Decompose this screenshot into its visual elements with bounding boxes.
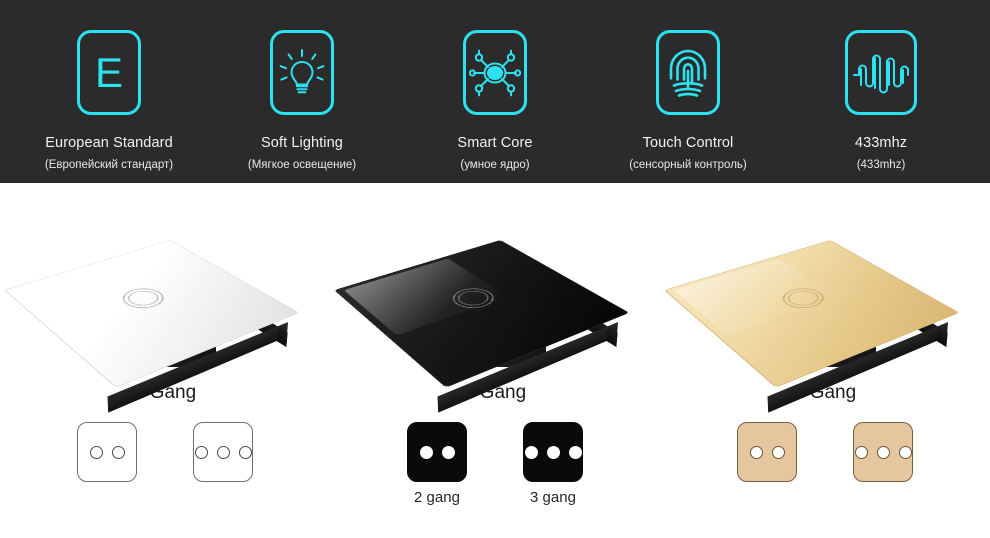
product-column-black: 1 Gang 2 gang 3 gang xyxy=(330,183,660,538)
gang-dot xyxy=(855,446,868,459)
variant-tile-2-gang[interactable] xyxy=(77,422,137,482)
gang-dot xyxy=(217,446,230,459)
feature-item-touch-control: Touch Control (сенсорный контроль) xyxy=(593,0,783,171)
switch-product-photo-white xyxy=(15,201,315,376)
switch-faceplate-black xyxy=(334,240,630,388)
gang-dot xyxy=(90,446,103,459)
gang-dot xyxy=(442,446,455,459)
variant-item[interactable] xyxy=(853,422,913,507)
variant-row-white xyxy=(0,422,330,507)
feature-item-european-standard: E European Standard (Европейский стандар… xyxy=(14,0,204,171)
product-showcase: 1 Gang 1 Gang 2 gang 3 gang 1 Gang xyxy=(0,183,990,538)
feature-item-smart-core: Smart Core (умное ядро) xyxy=(400,0,590,171)
touch-indicator-ring xyxy=(775,285,831,312)
gang-dot xyxy=(420,446,433,459)
feature-label-ru: (сенсорный контроль) xyxy=(629,159,746,171)
light-bulb-icon xyxy=(270,30,334,115)
feature-label-ru: (433mhz) xyxy=(857,159,906,171)
gang-dot xyxy=(195,446,208,459)
feature-item-soft-lighting: Soft Lighting (Мягкое освещение) xyxy=(207,0,397,171)
gang-dot xyxy=(772,446,785,459)
fingerprint-icon xyxy=(656,30,720,115)
feature-label-ru: (Европейский стандарт) xyxy=(45,159,173,171)
variant-tile-3-gang[interactable] xyxy=(853,422,913,482)
radio-waveform-icon xyxy=(845,30,917,115)
smart-core-chip-icon xyxy=(463,30,527,115)
feature-label-en: European Standard xyxy=(45,135,172,151)
feature-label-ru: (Мягкое освещение) xyxy=(248,159,356,171)
gang-dot xyxy=(899,446,912,459)
product-column-white: 1 Gang xyxy=(0,183,330,538)
feature-label-en: Soft Lighting xyxy=(261,135,343,151)
variant-tile-2-gang[interactable] xyxy=(737,422,797,482)
variant-item[interactable] xyxy=(193,422,253,507)
feature-label-ru: (умное ядро) xyxy=(460,159,529,171)
switch-faceplate-gold xyxy=(664,240,960,388)
feature-item-433mhz: 433mhz (433mhz) xyxy=(786,0,976,171)
touch-indicator-ring xyxy=(115,285,171,312)
variant-row-black: 2 gang 3 gang xyxy=(330,422,660,507)
variant-tile-2-gang[interactable] xyxy=(407,422,467,482)
gang-dot xyxy=(239,446,252,459)
letter-e-european-standard-icon: E xyxy=(77,30,141,115)
feature-label-en: Smart Core xyxy=(457,135,532,151)
gang-dot xyxy=(112,446,125,459)
variant-item[interactable]: 2 gang xyxy=(407,422,467,507)
gang-dot xyxy=(569,446,582,459)
gang-dot xyxy=(525,446,538,459)
gang-dot xyxy=(877,446,890,459)
feature-label-en: Touch Control xyxy=(643,135,734,151)
variant-item[interactable] xyxy=(737,422,797,507)
variant-caption: 2 gang xyxy=(414,489,460,507)
switch-product-photo-gold xyxy=(675,201,975,376)
variant-item[interactable] xyxy=(77,422,137,507)
variant-item[interactable]: 3 gang xyxy=(523,422,583,507)
letter-e-glyph: E xyxy=(95,52,123,94)
gang-dot xyxy=(750,446,763,459)
variant-tile-3-gang[interactable] xyxy=(523,422,583,482)
variant-tile-3-gang[interactable] xyxy=(193,422,253,482)
feature-banner: E European Standard (Европейский стандар… xyxy=(0,0,990,183)
switch-faceplate-white xyxy=(4,240,300,388)
gang-dot xyxy=(547,446,560,459)
variant-caption: 3 gang xyxy=(530,489,576,507)
feature-label-en: 433mhz xyxy=(855,135,907,151)
touch-indicator-ring xyxy=(445,285,501,312)
product-column-gold: 1 Gang xyxy=(660,183,990,538)
variant-row-gold xyxy=(660,422,990,507)
switch-product-photo-black xyxy=(345,201,645,376)
